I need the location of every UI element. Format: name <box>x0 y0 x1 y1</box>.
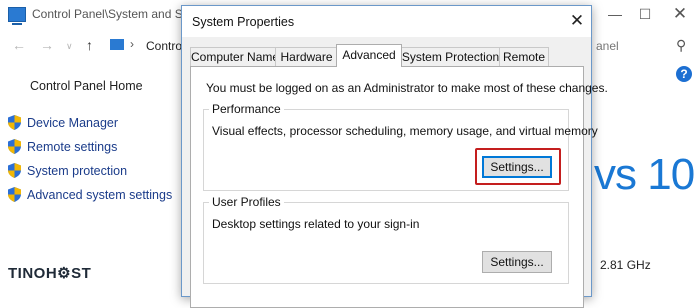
shield-icon <box>8 139 21 154</box>
sidebar-item-label: Advanced system settings <box>27 188 173 202</box>
tab-computer-name[interactable]: Computer Name <box>190 47 279 66</box>
performance-group-label: Performance <box>209 102 284 116</box>
dialog-titlebar: System Properties ✕ <box>182 6 591 37</box>
sidebar-item-label: Device Manager <box>27 116 119 130</box>
system-properties-dialog: System Properties ✕ Computer Name Hardwa… <box>181 5 608 308</box>
sidebar-item-advanced-system-settings[interactable]: Advanced system settings <box>8 187 172 205</box>
address-computer-icon <box>110 39 124 50</box>
address-chevron-icon[interactable]: › <box>130 37 134 51</box>
shield-icon <box>8 187 21 202</box>
sidebar-item-label: System protection <box>27 164 128 178</box>
close-icon[interactable]: ✕ <box>567 11 587 31</box>
recent-dropdown-icon[interactable]: ∨ <box>66 41 73 52</box>
control-panel-icon <box>8 7 26 25</box>
sidebar-item-remote-settings[interactable]: Remote settings <box>8 139 117 157</box>
user-profiles-description: Desktop settings related to your sign-in <box>212 217 420 231</box>
maximize-icon[interactable]: ☐ <box>630 2 660 26</box>
tab-hardware[interactable]: Hardware <box>275 47 338 66</box>
tab-system-protection[interactable]: System Protection <box>400 47 501 66</box>
administrator-notice: You must be logged on as an Administrato… <box>206 81 608 95</box>
watermark-logo: TINOH⚙ST <box>8 265 92 282</box>
highlight-box <box>475 148 561 185</box>
close-icon[interactable]: ✕ <box>665 2 695 26</box>
search-icon[interactable]: ⚲ <box>676 37 686 54</box>
sidebar-item-label: Remote settings <box>27 140 118 154</box>
processor-speed: 2.81 GHz <box>600 258 651 272</box>
search-input[interactable]: anel <box>596 39 619 53</box>
address-bar[interactable]: Contro <box>146 39 182 53</box>
user-profiles-group-label: User Profiles <box>209 195 284 209</box>
back-arrow-icon[interactable]: ← <box>12 37 26 53</box>
sidebar-item-system-protection[interactable]: System protection <box>8 163 127 181</box>
control-panel-home-link[interactable]: Control Panel Home <box>30 79 143 93</box>
shield-icon <box>8 115 21 130</box>
minimize-icon[interactable]: — <box>600 2 630 26</box>
user-profiles-group: User Profiles Desktop settings related t… <box>203 195 569 284</box>
tab-advanced[interactable]: Advanced <box>336 44 402 67</box>
up-arrow-icon[interactable]: ↑ <box>86 37 93 53</box>
help-icon[interactable]: ? <box>676 66 692 82</box>
performance-description: Visual effects, processor scheduling, me… <box>212 124 598 138</box>
user-profiles-settings-button[interactable]: Settings... <box>482 251 552 273</box>
sidebar-item-device-manager[interactable]: Device Manager <box>8 115 118 133</box>
background-window-title: Control Panel\System and Se <box>32 7 190 21</box>
forward-arrow-icon[interactable]: → <box>40 37 54 53</box>
windows-10-logo-text: vs 10 <box>594 150 695 199</box>
shield-icon <box>8 163 21 178</box>
tab-remote[interactable]: Remote <box>499 47 549 66</box>
dialog-title: System Properties <box>192 15 295 29</box>
